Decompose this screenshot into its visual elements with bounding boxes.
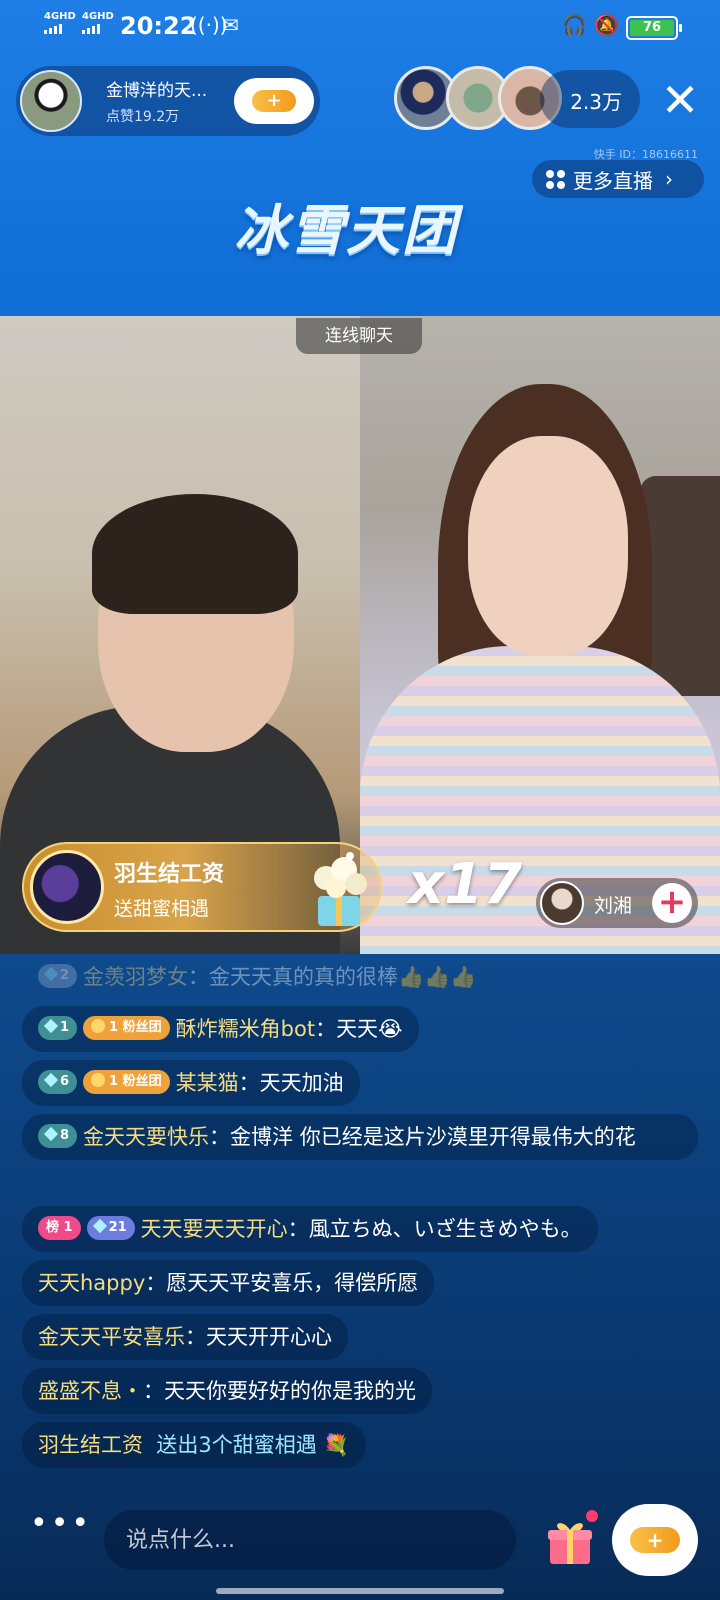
chat-message[interactable]: 天天happy：愿天天平安喜乐，得偿所愿 xyxy=(22,1260,435,1306)
user-level-badge: 2 xyxy=(38,964,78,988)
guest-name: 刘湘 xyxy=(594,895,633,917)
status-bar: 4GHD 4GHD 20:22 ((·)) ✉ 🎧 🔕 76 xyxy=(0,0,720,56)
host-figure-hair xyxy=(92,494,298,614)
grid-icon xyxy=(546,169,565,189)
notification-dot xyxy=(586,1510,598,1522)
viewer-avatars[interactable] xyxy=(394,66,564,132)
chat-username[interactable]: 羽生结工资 xyxy=(38,1433,143,1457)
guest-info[interactable]: 刘湘 + xyxy=(536,878,698,928)
bottom-bar: ••• + xyxy=(0,1500,720,1600)
chat-text: 風立ちぬ、いざ生きめやも。 xyxy=(308,1217,582,1241)
chat-username[interactable]: 天天要天天开心 xyxy=(141,1217,288,1241)
chat-username[interactable]: 金天天要快乐 xyxy=(83,1125,209,1149)
gift-sent-text: 送出3个甜蜜相遇 xyxy=(156,1433,317,1457)
signal-icon-2: 4GHD xyxy=(82,12,114,34)
signal-icon: 4GHD xyxy=(44,12,76,34)
flower-bouquet-gift-icon xyxy=(314,852,367,926)
chat-username[interactable]: 金天天平安喜乐 xyxy=(38,1325,185,1349)
chat-username[interactable]: 酥炸糯米角bot xyxy=(176,1017,315,1041)
sofa-background xyxy=(640,476,720,696)
viewer-count-pill[interactable]: 2.3万 xyxy=(540,70,640,128)
network-type-1: 4GHD xyxy=(44,11,76,22)
chat-message[interactable]: 榜 1 21 天天要天天开心：風立ちぬ、いざ生きめやも。 xyxy=(22,1206,598,1252)
user-level-badge: 8 xyxy=(38,1124,78,1148)
video-area[interactable]: 连线聊天 羽生结工资 送甜蜜相遇 x17 刘湘 + xyxy=(0,316,720,956)
gift-sender-name: 羽生结工资 xyxy=(114,862,225,887)
chat-message[interactable]: 8 金天天要快乐：金博洋 你已经是这片沙漠里开得最伟大的花 xyxy=(22,1114,698,1160)
chat-message[interactable]: 61 粉丝团 某某猫：天天加油 xyxy=(22,1060,360,1106)
home-indicator[interactable] xyxy=(216,1588,504,1594)
gift-banner: 羽生结工资 送甜蜜相遇 xyxy=(22,842,382,932)
guest-avatar[interactable] xyxy=(540,881,584,925)
fan-wing-icon: + xyxy=(252,90,296,112)
host-likes: 点赞19.2万 xyxy=(106,109,180,125)
rank-badge: 榜 1 xyxy=(38,1216,81,1240)
fan-club-button[interactable]: + xyxy=(612,1504,698,1576)
network-type-2: 4GHD xyxy=(82,11,114,22)
more-live-label: 更多直播 xyxy=(573,168,653,193)
battery-level: 76 xyxy=(630,20,674,36)
chat-message[interactable]: 11 粉丝团 酥炸糯米角bot：天天😭 xyxy=(22,1006,419,1052)
user-level-badge: 6 xyxy=(38,1070,78,1094)
gift-description: 送甜蜜相遇 xyxy=(114,898,210,920)
chat-text: 金天天真的真的很棒👍👍👍 xyxy=(209,965,477,989)
guest-figure-face xyxy=(468,436,628,656)
clock: 20:22 xyxy=(120,12,197,40)
chat-username[interactable]: 盛盛不息・ xyxy=(38,1379,143,1403)
chat-username[interactable]: 天天happy xyxy=(38,1271,145,1295)
chat-message[interactable]: 金天天平安喜乐：天天开开心心 xyxy=(22,1314,348,1360)
chat-message[interactable]: 2 金羡羽梦女：金天天真的真的很棒👍👍👍 xyxy=(22,954,493,1000)
gift-combo-count: x17 xyxy=(408,852,523,917)
fan-wing-icon: + xyxy=(630,1527,680,1553)
gift-box-icon[interactable] xyxy=(542,1514,598,1570)
chat-text: 天天开开心心 xyxy=(206,1325,332,1349)
gift-sender-avatar[interactable] xyxy=(30,850,104,924)
follow-button[interactable]: + xyxy=(234,78,314,124)
chat-username[interactable]: 某某猫 xyxy=(176,1071,239,1095)
battery-icon: 76 xyxy=(626,16,682,40)
chat-message[interactable]: 盛盛不息・：天天你要好好的你是我的光 xyxy=(22,1368,432,1414)
bouquet-icon: 💐 xyxy=(323,1433,350,1457)
follow-guest-plus-icon[interactable]: + xyxy=(652,883,692,923)
chat-text: 天天加油 xyxy=(259,1071,344,1095)
chevron-right-icon: › xyxy=(665,167,673,191)
more-options-icon[interactable]: ••• xyxy=(30,1509,89,1548)
host-avatar[interactable] xyxy=(20,70,82,132)
chat-text: 天天😭 xyxy=(336,1017,403,1041)
wechat-icon: ✉ xyxy=(222,13,239,37)
viewer-count: 2.3万 xyxy=(570,90,622,114)
gift-notice[interactable]: 羽生结工资 送出3个甜蜜相遇 💐 xyxy=(22,1422,366,1468)
host-info[interactable]: 金博洋的天... 点赞19.2万 + xyxy=(16,66,320,136)
chat-username[interactable]: 金羡羽梦女 xyxy=(83,965,188,989)
fan-club-badge: 1 粉丝团 xyxy=(83,1016,170,1040)
user-level-badge: 21 xyxy=(86,1216,135,1240)
link-chat-label: 连线聊天 xyxy=(296,318,422,354)
fan-club-badge: 1 粉丝团 xyxy=(83,1070,170,1094)
banner-title: 冰雪天团 xyxy=(234,199,458,262)
chat-text: 金博洋 你已经是这片沙漠里开得最伟大的花 xyxy=(230,1125,636,1149)
more-live-button[interactable]: 更多直播 › xyxy=(532,160,704,198)
chat-text: 天天你要好好的你是我的光 xyxy=(164,1379,416,1403)
mute-bell-icon: 🔕 xyxy=(594,13,619,37)
chat-text: 愿天天平安喜乐，得偿所愿 xyxy=(166,1271,419,1295)
comment-input[interactable] xyxy=(104,1510,516,1570)
user-level-badge: 1 xyxy=(38,1016,78,1040)
headphones-icon: 🎧 xyxy=(562,13,587,37)
close-icon[interactable]: ✕ xyxy=(654,74,706,126)
host-name: 金博洋的天... xyxy=(106,81,208,101)
